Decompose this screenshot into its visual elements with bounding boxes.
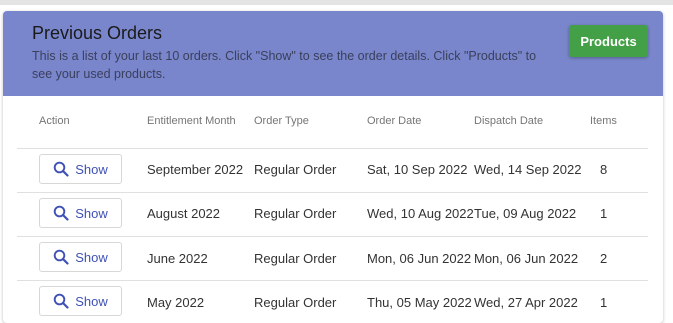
- search-icon: [53, 249, 69, 265]
- items-cell: 1: [600, 295, 608, 310]
- show-button[interactable]: Show: [39, 286, 122, 316]
- column-header-order-type: Order Type: [254, 115, 309, 127]
- top-bar: [0, 0, 673, 5]
- show-button-label: Show: [75, 205, 108, 221]
- show-button-label: Show: [75, 249, 108, 265]
- column-header-items: Items: [590, 115, 617, 127]
- show-button[interactable]: Show: [39, 242, 122, 272]
- order-type-cell: Regular Order: [254, 251, 337, 266]
- show-button[interactable]: Show: [39, 198, 122, 228]
- column-header-action: Action: [39, 115, 70, 127]
- show-button-label: Show: [75, 293, 108, 309]
- items-cell: 8: [600, 162, 608, 177]
- page-description: This is a list of your last 10 orders. C…: [32, 49, 537, 81]
- order-date-cell: Sat, 10 Sep 2022: [367, 162, 468, 177]
- search-icon: [53, 293, 69, 309]
- order-date-cell: Thu, 05 May 2022: [367, 295, 472, 310]
- order-type-cell: Regular Order: [254, 162, 337, 177]
- card-header: Previous Orders This is a list of your l…: [3, 11, 663, 96]
- entitlement-month-cell: August 2022: [147, 206, 221, 221]
- order-type-cell: Regular Order: [254, 295, 337, 310]
- column-header-order-date: Order Date: [367, 115, 422, 127]
- dispatch-date-cell: Wed, 14 Sep 2022: [474, 162, 582, 177]
- order-type-cell: Regular Order: [254, 206, 337, 221]
- header-divider: [17, 148, 648, 149]
- row-divider: [17, 280, 648, 281]
- orders-card: Previous Orders This is a list of your l…: [3, 11, 663, 323]
- dispatch-date-cell: Tue, 09 Aug 2022: [474, 206, 577, 221]
- show-button-label: Show: [75, 161, 108, 177]
- entitlement-month-cell: September 2022: [147, 162, 244, 177]
- search-icon: [53, 205, 69, 221]
- items-cell: 1: [600, 206, 608, 221]
- column-header-dispatch-date: Dispatch Date: [474, 115, 544, 127]
- products-button[interactable]: Products: [569, 25, 648, 57]
- row-divider: [17, 192, 648, 193]
- row-divider: [17, 236, 648, 237]
- entitlement-month-cell: May 2022: [147, 295, 205, 310]
- column-header-entitlement-month: Entitlement Month: [147, 115, 236, 127]
- order-date-cell: Wed, 10 Aug 2022: [367, 206, 474, 221]
- dispatch-date-cell: Mon, 06 Jun 2022: [474, 251, 579, 266]
- dispatch-date-cell: Wed, 27 Apr 2022: [474, 295, 578, 310]
- search-icon: [53, 161, 69, 177]
- show-button[interactable]: Show: [39, 154, 122, 184]
- order-date-cell: Mon, 06 Jun 2022: [367, 251, 472, 266]
- entitlement-month-cell: June 2022: [147, 251, 208, 266]
- items-cell: 2: [600, 251, 608, 266]
- page-title: Previous Orders: [32, 23, 163, 43]
